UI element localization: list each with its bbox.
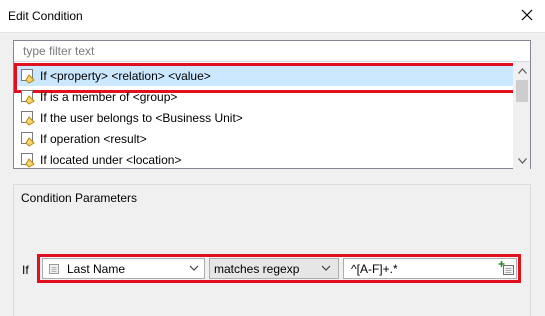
title-bar: Edit Condition [0,0,545,33]
list-scrollbar[interactable] [513,62,530,169]
condition-icon [21,68,35,84]
condition-icon [21,110,35,126]
if-label: If [22,263,29,277]
scroll-thumb[interactable] [516,80,528,102]
group-legend: Condition Parameters [21,191,138,205]
condition-item-label: If the user belongs to <Business Unit> [40,110,243,125]
condition-item-label: If operation <result> [40,131,147,146]
condition-icon [21,89,35,105]
condition-item-located-under[interactable]: If located under <location> [14,149,514,170]
condition-item-member-of-group[interactable]: If is a member of <group> [14,86,514,107]
scroll-down-button[interactable] [514,152,531,169]
scroll-up-button[interactable] [514,62,531,79]
close-icon[interactable] [519,7,535,23]
condition-list: If <property> <relation> <value> If is a… [14,63,519,170]
condition-item-label: If located under <location> [40,152,182,167]
condition-item-label: If <property> <relation> <value> [40,68,211,83]
filter-field-wrapper [14,41,530,62]
condition-parameters-highlight [37,254,521,283]
condition-list-panel: If <property> <relation> <value> If is a… [13,40,531,169]
condition-parameters-group: Condition Parameters [13,184,531,316]
condition-icon [21,152,35,168]
condition-item-operation-result[interactable]: If operation <result> [14,128,514,149]
condition-item-business-unit[interactable]: If the user belongs to <Business Unit> [14,107,514,128]
condition-icon [21,131,35,147]
chevron-up-icon [518,67,527,74]
filter-input[interactable] [14,41,530,61]
window-title: Edit Condition [8,9,83,23]
condition-item-property-relation-value[interactable]: If <property> <relation> <value> [14,63,519,93]
condition-item-label: If is a member of <group> [40,89,178,104]
chevron-down-icon [518,157,527,164]
